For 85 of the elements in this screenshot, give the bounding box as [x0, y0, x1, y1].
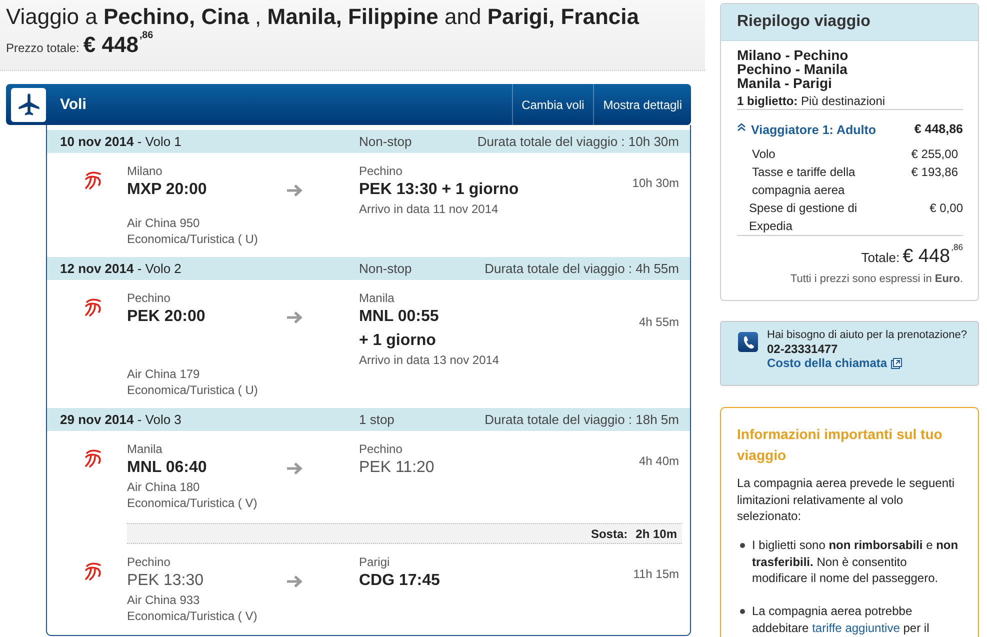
route-label: Pechino - Manila [737, 62, 848, 76]
external-link-icon [891, 358, 902, 368]
arrival-city: Pechino [359, 442, 404, 456]
info-title: Informazioni importanti sul tuo viaggio [737, 425, 944, 465]
airline-logo-icon [83, 448, 103, 468]
next-day-label: + 1 giorno [359, 331, 437, 351]
traveler-amount: € 448,86 [914, 122, 963, 137]
flight-date-title: 29 nov 2014 - Volo 3 [60, 412, 182, 427]
flight-date-title: 12 nov 2014 - Volo 2 [60, 261, 182, 276]
bullet-icon [740, 609, 745, 614]
fee-label: Spese di gestione di Expedia [749, 200, 858, 235]
call-cost-link[interactable]: Costo della chiamata [767, 356, 902, 370]
info-intro: La compagnia aerea prevede le seguenti limitazioni relativamente al volo selezionato: [737, 475, 956, 524]
right-arrow-icon [287, 184, 303, 197]
airline-logo-icon [83, 297, 103, 317]
arrival-city: Parigi [359, 555, 391, 569]
airline-logo-icon [83, 561, 103, 581]
flights-title: Voli [60, 96, 88, 113]
arrival-time: MNL 00:55 [359, 307, 440, 327]
leg-duration: 4h 40m [638, 454, 679, 468]
arrival-time: PEK 11:20 [359, 458, 436, 478]
route-label: Manila - Parigi [737, 76, 833, 90]
flight-total-duration: Durata totale del viaggio : 4h 55m [484, 261, 679, 276]
arrival-date-note: Arrivo in data 11 nov 2014 [359, 202, 500, 216]
leg-duration: 4h 55m [638, 315, 679, 329]
departure-time: PEK 20:00 [127, 307, 206, 327]
right-arrow-icon [287, 575, 303, 588]
bar-button[interactable]: Mostra dettagli [593, 84, 691, 125]
cabin-class: Economica/Turistica ( U) [127, 382, 259, 398]
arrival-date-note: Arrivo in data 13 nov 2014 [359, 353, 500, 367]
ticket-type: 1 biglietto: Più destinazioni [737, 94, 963, 110]
fee-amount: € 0,00 [930, 200, 963, 217]
bullet-icon [740, 543, 745, 548]
trip-title: Viaggio a Pechino, Cina , Manila, Filippine and Parigi, Francia [6, 4, 639, 30]
cabin-class: Economica/Turistica ( V) [127, 608, 258, 624]
info-bullet-text: La compagnia aerea potrebbe addebitare tariffe aggiuntive per il [752, 603, 930, 636]
departure-city: Milano [127, 164, 164, 178]
info-bullet-text: I biglietti sono non rimborsabili e non trasferibili. Non è consentito modificare il nome del passeggero. [752, 537, 960, 586]
arrival-city: Pechino [359, 164, 404, 178]
airplane-icon [11, 88, 46, 122]
airline-logo-icon [83, 170, 103, 190]
right-arrow-icon [287, 311, 303, 324]
flight-total-duration: Durata totale del viaggio : 10h 30m [477, 134, 679, 149]
extra-fees-link[interactable]: tariffe aggiuntive [812, 620, 900, 634]
departure-time: PEK 13:30 [127, 571, 204, 591]
layover-label: Sosta: [590, 526, 628, 540]
price-line-label: Volo [752, 146, 776, 163]
airline-flight-number: Air China 950 [127, 216, 201, 231]
total-price-label: Prezzo totale: [6, 41, 80, 55]
flight-stops: Non-stop [359, 134, 413, 149]
help-question: Hai bisogno di aiuto per la prenotazione? [767, 328, 967, 342]
departure-time: MNL 06:40 [127, 458, 208, 478]
total-price: € 448$^{,86}$ [83, 32, 154, 58]
airline-flight-number: Air China 933 [127, 593, 201, 608]
airline-flight-number: Air China 180 [127, 480, 201, 495]
summary-title: Riepilogo viaggio [721, 4, 978, 41]
departure-time: MXP 20:00 [127, 180, 208, 200]
traveler-toggle[interactable]: Viaggiatore 1: Adulto [737, 122, 876, 136]
airline-flight-number: Air China 179 [127, 367, 201, 382]
departure-city: Manila [127, 442, 164, 456]
right-arrow-icon [287, 462, 303, 475]
bar-button[interactable]: Cambia voli [512, 84, 594, 125]
leg-duration: 11h 15m [633, 567, 679, 581]
flight-total-duration: Durata totale del viaggio : 18h 5m [484, 412, 679, 427]
flight-stops: 1 stop [359, 412, 396, 427]
leg-duration: 10h 30m [632, 176, 679, 190]
layover-duration: 2h 10m [636, 526, 677, 540]
price-line-amount: € 255,00 [911, 146, 958, 163]
departure-city: Pechino [127, 555, 172, 569]
cabin-class: Economica/Turistica ( V) [127, 495, 258, 511]
cabin-class: Economica/Turistica ( U) [127, 231, 259, 247]
flight-date-title: 10 nov 2014 - Volo 1 [60, 134, 182, 149]
arrival-time: PEK 13:30 + 1 giorno [359, 180, 520, 200]
arrival-time: CDG 17:45 [359, 571, 441, 591]
total-label: Totale: [861, 249, 900, 267]
departure-city: Pechino [127, 291, 172, 305]
arrival-city: Manila [359, 291, 396, 305]
price-line-label: Tasse e tariffe della compagnia aerea [752, 164, 856, 199]
phone-number: 02-23331477 [767, 342, 838, 356]
flight-stops: Non-stop [359, 261, 413, 276]
currency-note: Tutti i prezzi sono espressi in Euro. [789, 272, 963, 286]
route-label: Milano - Pechino [737, 48, 850, 62]
price-line-amount: € 193,86 [911, 164, 958, 181]
phone-icon [738, 332, 758, 352]
total-amount: € 448$^{,86}$ [902, 245, 963, 269]
